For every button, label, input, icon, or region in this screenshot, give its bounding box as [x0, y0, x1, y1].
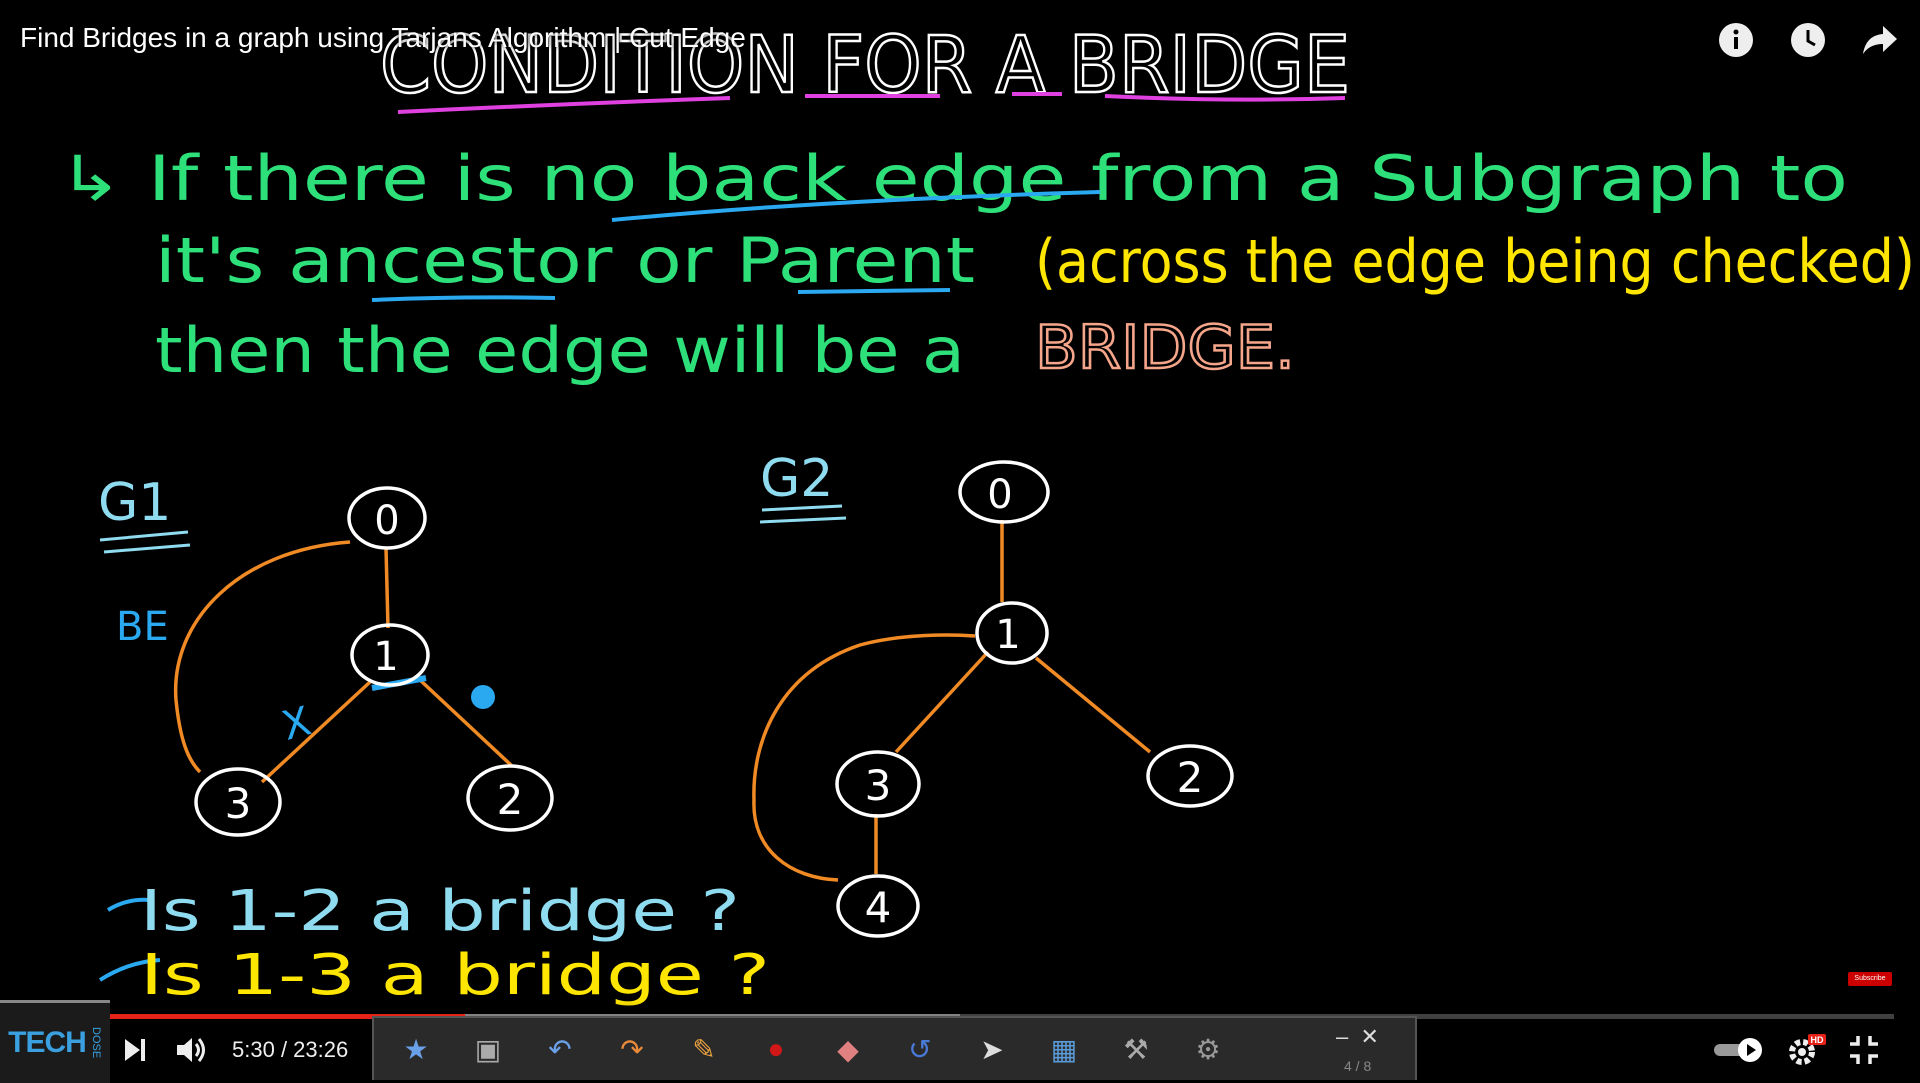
exit-fullscreen-icon — [1850, 1036, 1878, 1064]
g2-edge-1-3 — [894, 650, 990, 754]
g2-node-3-label: 3 — [865, 761, 892, 810]
toolbar-window-controls: – ✕ — [1336, 1024, 1379, 1049]
autoplay-toggle[interactable] — [1712, 1030, 1766, 1070]
volume-button[interactable] — [174, 1030, 210, 1070]
g1-node-0-label: 0 — [374, 498, 399, 544]
back-arrow-icon: ↺ — [908, 1033, 932, 1065]
condition-line-3b: BRIDGE. — [1035, 313, 1295, 383]
logo-text: TECH — [8, 1026, 87, 1059]
subscribe-watermark[interactable]: Subscribe — [1848, 972, 1892, 986]
g2-back-edge-4-1 — [752, 633, 976, 882]
exit-fullscreen-button[interactable] — [1848, 1030, 1880, 1070]
svg-text:HD: HD — [1811, 1035, 1824, 1045]
g1-node-3-label: 3 — [225, 779, 252, 828]
time-total: 23:26 — [293, 1037, 349, 1062]
g1-edge-1-3 — [260, 680, 372, 784]
video-title[interactable]: Find Bridges in a graph using Tarjans Al… — [20, 22, 746, 54]
parent-underline — [797, 288, 951, 294]
time-current: 5:30 — [232, 1037, 275, 1062]
ancestor-underline — [371, 295, 556, 302]
cursor-icon: ➤ — [980, 1033, 1004, 1065]
condition-line-2a: it's ancestor or Parent — [155, 224, 975, 297]
g1-node-2-label: 2 — [497, 775, 524, 824]
page-indicator: 4 / 8 — [1344, 1058, 1372, 1074]
condition-line-3a: then the edge will be a — [155, 314, 965, 387]
question-2: Is 1-3 a bridge ? — [140, 943, 770, 1008]
g1-label-underline — [99, 530, 191, 554]
clock-icon[interactable] — [1786, 18, 1830, 62]
condition-line-1: ↳ If there is no back edge from a Subgra… — [58, 142, 1848, 215]
redo-icon: ↷ — [620, 1033, 644, 1065]
gear-icon: ⚙ — [1195, 1033, 1221, 1065]
star-icon: ★ — [403, 1033, 429, 1065]
g1-edge-1-2 — [418, 678, 514, 768]
g2-label: G2 — [760, 449, 833, 509]
time-separator: / — [274, 1037, 294, 1062]
g1-edge-0-1 — [384, 547, 390, 629]
top-actions — [1714, 18, 1902, 62]
g2-edge-1-2 — [1034, 656, 1152, 754]
tools-icon: ⚒ — [1123, 1033, 1149, 1065]
g2-node-4-label: 4 — [865, 883, 892, 932]
share-icon[interactable] — [1858, 18, 1902, 62]
color-icon: ● — [767, 1033, 785, 1064]
back-edge-label: BE — [116, 604, 169, 650]
undo-icon: ↶ — [548, 1033, 572, 1065]
time-display: 5:30 / 23:26 — [232, 1030, 348, 1070]
condition-line-2b: (across the edge being checked) — [1035, 227, 1915, 297]
eraser-icon: ◆ — [837, 1033, 859, 1065]
next-button[interactable] — [120, 1030, 150, 1070]
drawing-toolbar: ★ ▣ ↶ ↷ ✎ ● ◆ ↺ ➤ ▦ ⚒ ⚙ — [372, 1016, 1417, 1080]
edge-cross-mark: X — [277, 698, 315, 750]
save-icon: ▣ — [474, 1033, 502, 1065]
pen-icon: ✎ — [692, 1033, 716, 1065]
image-icon: ▦ — [1050, 1033, 1078, 1065]
whiteboard: CONDITION FOR A BRIDGE ↳ If there is no … — [58, 20, 1915, 1008]
settings-icon: HD — [1789, 1034, 1826, 1065]
settings-button[interactable]: HD — [1786, 1030, 1826, 1070]
g2-node-1-label: 1 — [995, 612, 1020, 658]
g1-back-edge-3-0 — [173, 540, 351, 774]
g2-node-0-label: 0 — [987, 472, 1012, 518]
logo-side-text: DOSE — [89, 1027, 102, 1059]
volume-icon — [177, 1038, 205, 1062]
info-icon[interactable] — [1714, 18, 1758, 62]
g2-node-2-label: 2 — [1177, 753, 1204, 802]
channel-logo: TECH DOSE — [0, 1000, 110, 1083]
ink-blot — [471, 685, 495, 709]
g1-node-1-label: 1 — [373, 634, 398, 680]
toggle-icon — [1714, 1038, 1762, 1062]
question-1: Is 1-2 a bridge ? — [140, 879, 740, 944]
next-icon — [125, 1039, 145, 1061]
g1-label: G1 — [98, 473, 171, 533]
